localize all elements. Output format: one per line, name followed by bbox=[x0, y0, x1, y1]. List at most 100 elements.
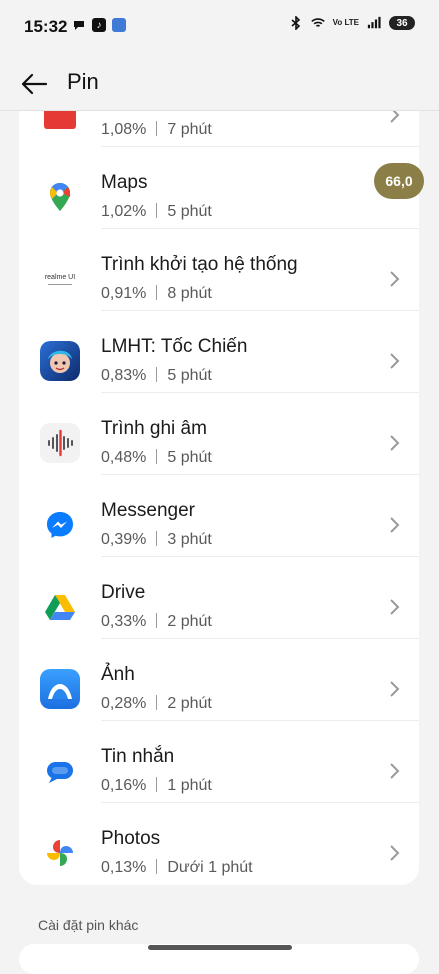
wifi-icon bbox=[310, 16, 325, 30]
list-item[interactable]: Ảnh 0,28% 2 phút bbox=[19, 649, 419, 731]
app-usage-meta: 0,83% 5 phút bbox=[101, 367, 212, 385]
app-time: 2 phút bbox=[167, 613, 212, 630]
photos-gallery-icon bbox=[40, 669, 80, 709]
app-percent: 1,08% bbox=[101, 121, 147, 138]
app-percent: 0,33% bbox=[101, 613, 147, 630]
list-item[interactable]: Trình ghi âm 0,48% 5 phút bbox=[19, 403, 419, 485]
app-usage-meta: 0,16% 1 phút bbox=[101, 777, 212, 795]
meta-separator bbox=[156, 449, 158, 464]
app-usage-meta: 1,08% 7 phút bbox=[101, 121, 212, 139]
list-item[interactable]: LMHT: Tốc Chiến 0,83% 5 phút bbox=[19, 321, 419, 403]
realme-ui-icon: realme UI bbox=[40, 259, 80, 299]
app-time: 2 phút bbox=[167, 695, 212, 712]
list-item[interactable]: Tin nhắn 0,16% 1 phút bbox=[19, 731, 419, 813]
divider bbox=[101, 310, 419, 311]
app-time: 7 phút bbox=[167, 121, 212, 138]
app-name: Trình khởi tạo hệ thống bbox=[101, 254, 298, 275]
app-time: Dưới 1 phút bbox=[167, 859, 253, 876]
google-drive-icon bbox=[40, 587, 80, 627]
status-time: 15:32 bbox=[24, 17, 68, 36]
meta-separator bbox=[156, 203, 158, 218]
section-header-other-settings: Cài đặt pin khác bbox=[38, 917, 139, 933]
wild-rift-icon bbox=[40, 341, 80, 381]
app-name: Maps bbox=[101, 172, 148, 193]
divider bbox=[101, 228, 419, 229]
back-button[interactable] bbox=[16, 66, 52, 102]
tiktok-icon: ♪ bbox=[92, 18, 106, 32]
list-item[interactable]: 1,08% 7 phút bbox=[19, 111, 419, 157]
app-usage-meta: 0,48% 5 phút bbox=[101, 449, 212, 467]
app-percent: 0,13% bbox=[101, 859, 147, 876]
chevron-right-icon bbox=[390, 763, 400, 779]
app-usage-list: 1,08% 7 phút Maps 1,02% 5 phút realme UI T… bbox=[19, 111, 419, 885]
meta-separator bbox=[156, 531, 158, 546]
app-time: 5 phút bbox=[167, 449, 212, 466]
system-icons: Vo LTE 36 bbox=[289, 16, 415, 30]
list-item[interactable]: Drive 0,33% 2 phút bbox=[19, 567, 419, 649]
chevron-right-icon bbox=[390, 353, 400, 369]
app-name: Tin nhắn bbox=[101, 746, 175, 767]
app-time: 5 phút bbox=[167, 203, 212, 220]
gesture-nav-bar[interactable] bbox=[148, 945, 292, 950]
notification-icons: ♪ bbox=[72, 18, 126, 32]
app-notification-icon bbox=[112, 18, 126, 32]
google-maps-icon bbox=[40, 177, 80, 217]
divider bbox=[101, 802, 419, 803]
app-time: 5 phút bbox=[167, 367, 212, 384]
messenger-icon bbox=[40, 505, 80, 545]
app-name: LMHT: Tốc Chiến bbox=[101, 336, 248, 357]
red-app-icon bbox=[40, 111, 80, 135]
divider bbox=[101, 638, 419, 639]
app-percent: 0,48% bbox=[101, 449, 147, 466]
chevron-right-icon bbox=[390, 435, 400, 451]
meta-separator bbox=[156, 613, 158, 628]
battery-icon: 36 bbox=[389, 16, 415, 30]
floating-badge[interactable]: 66,0 bbox=[374, 163, 424, 199]
chevron-right-icon bbox=[390, 599, 400, 615]
app-name: Photos bbox=[101, 828, 161, 849]
google-photos-icon bbox=[40, 833, 80, 873]
volte-icon: Vo LTE bbox=[332, 18, 359, 27]
app-time: 1 phút bbox=[167, 777, 212, 794]
app-usage-meta: 0,13% Dưới 1 phút bbox=[101, 859, 253, 877]
app-usage-meta: 0,28% 2 phút bbox=[101, 695, 212, 713]
app-percent: 0,39% bbox=[101, 531, 147, 548]
app-usage-meta: 0,33% 2 phút bbox=[101, 613, 212, 631]
app-name: Trình ghi âm bbox=[101, 418, 207, 439]
list-item[interactable]: Photos 0,13% Dưới 1 phút bbox=[19, 813, 419, 885]
list-item[interactable]: realme UI Trình khởi tạo hệ thống 0,91% 8… bbox=[19, 239, 419, 321]
chevron-right-icon bbox=[390, 681, 400, 697]
app-usage-meta: 1,02% 5 phút bbox=[101, 203, 212, 221]
app-usage-meta: 0,39% 3 phút bbox=[101, 531, 212, 549]
app-percent: 0,91% bbox=[101, 285, 147, 302]
meta-separator bbox=[156, 285, 158, 300]
chevron-right-icon bbox=[390, 845, 400, 861]
chevron-right-icon bbox=[390, 517, 400, 533]
app-time: 8 phút bbox=[167, 285, 212, 302]
logo-underline bbox=[48, 283, 72, 285]
realme-logo-text: realme UI bbox=[44, 273, 76, 281]
divider bbox=[101, 720, 419, 721]
meta-separator bbox=[156, 367, 158, 382]
app-bar: Pin bbox=[0, 56, 439, 111]
app-percent: 0,16% bbox=[101, 777, 147, 794]
divider bbox=[101, 556, 419, 557]
list-item[interactable]: Maps 1,02% 5 phút bbox=[19, 157, 419, 239]
chevron-right-icon bbox=[390, 271, 400, 287]
divider bbox=[101, 392, 419, 393]
app-usage-meta: 0,91% 8 phút bbox=[101, 285, 212, 303]
status-bar: 15:32 ♪ Vo LTE 36 bbox=[0, 0, 439, 56]
list-item[interactable]: Messenger 0,39% 3 phút bbox=[19, 485, 419, 567]
page-title: Pin bbox=[67, 69, 99, 94]
meta-separator bbox=[156, 777, 158, 792]
divider bbox=[101, 474, 419, 475]
meta-separator bbox=[156, 695, 158, 710]
app-name: Drive bbox=[101, 582, 146, 603]
app-time: 3 phút bbox=[167, 531, 212, 548]
app-percent: 0,28% bbox=[101, 695, 147, 712]
voice-recorder-icon bbox=[40, 423, 80, 463]
app-name: Messenger bbox=[101, 500, 195, 521]
chevron-right-icon bbox=[390, 111, 400, 123]
app-percent: 1,02% bbox=[101, 203, 147, 220]
meta-separator bbox=[156, 121, 158, 136]
